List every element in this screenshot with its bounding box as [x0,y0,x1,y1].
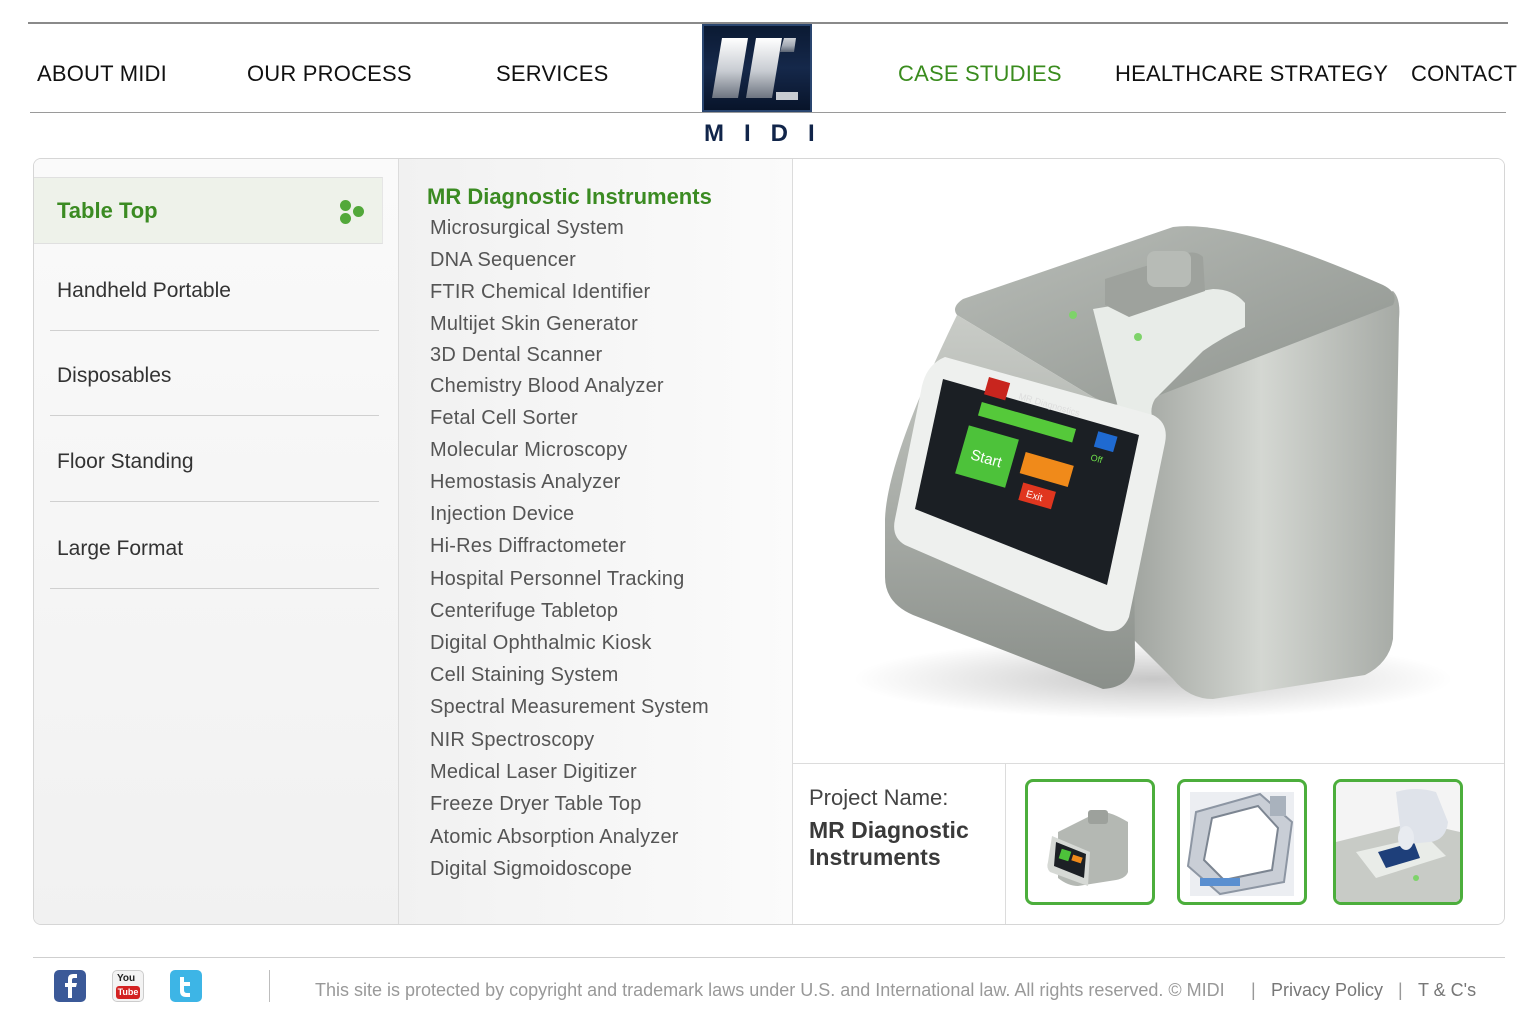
category-floor-standing[interactable]: Floor Standing [50,416,379,502]
project-item[interactable]: Chemistry Blood Analyzer [430,375,664,398]
project-item[interactable]: Hi-Res Diffractometer [430,535,626,558]
cluster-dots-icon [340,200,366,226]
project-item[interactable]: Molecular Microscopy [430,439,627,462]
category-label: Floor Standing [57,450,194,473]
project-list: MR Diagnostic Instruments Microsurgical … [399,159,793,924]
project-name-value: MR Diagnostic Instruments [809,817,969,870]
nav-case-studies[interactable]: CASE STUDIES [898,61,1062,87]
footer-separator: | [1398,980,1403,1000]
category-handheld-portable[interactable]: Handheld Portable [50,245,379,331]
category-large-format[interactable]: Large Format [50,503,379,589]
project-item[interactable]: Hospital Personnel Tracking [430,568,684,591]
thumbnail-internal-assembly[interactable] [1177,779,1307,905]
midi-logo[interactable] [702,24,812,112]
project-item[interactable]: Microsurgical System [430,217,624,240]
project-item[interactable]: FTIR Chemical Identifier [430,281,650,304]
category-label: Disposables [57,364,172,387]
twitter-icon[interactable] [170,970,202,1002]
footer-rule [33,957,1505,958]
category-table-top[interactable]: Table Top [34,177,383,244]
divider [1005,764,1006,924]
copyright-text: This site is protected by copyright and … [315,980,1225,1000]
footer-divider [269,970,270,1002]
project-item-active[interactable]: MR Diagnostic Instruments [427,184,712,210]
project-item[interactable]: Injection Device [430,503,574,526]
project-item[interactable]: 3D Dental Scanner [430,344,602,367]
category-sidebar: Table Top Handheld Portable Disposables … [34,159,399,924]
project-item[interactable]: Medical Laser Digitizer [430,761,637,784]
case-studies-panel: Table Top Handheld Portable Disposables … [33,158,1505,925]
nav-services[interactable]: SERVICES [496,61,608,87]
project-item[interactable]: Digital Sigmoidoscope [430,858,632,881]
nav-bottom-rule [30,112,1506,113]
category-label: Large Format [57,537,184,560]
footer-separator: | [1251,980,1256,1000]
project-name-label: Project Name: [809,785,949,810]
midi-logo-mark [712,38,798,100]
product-hero-image: MR Diagnostics Start Exit Off [793,159,1504,763]
category-label: Handheld Portable [57,279,231,302]
project-item[interactable]: Multijet Skin Generator [430,313,638,336]
project-item[interactable]: Cell Staining System [430,664,619,687]
nav-contact[interactable]: CONTACT [1411,61,1517,87]
logo-wordmark: MIDI [704,120,835,147]
project-item[interactable]: Digital Ophthalmic Kiosk [430,632,652,655]
nav-our-process[interactable]: OUR PROCESS [247,61,412,87]
project-item[interactable]: NIR Spectroscopy [430,729,594,752]
terms-link[interactable]: T & C's [1418,980,1476,1001]
project-item[interactable]: Centerifuge Tabletop [430,600,618,623]
youtube-tube: Tube [116,986,140,999]
thumbnail-hand-insert[interactable] [1333,779,1463,905]
facebook-icon[interactable] [54,970,86,1002]
project-detail: MR Diagnostics Start Exit Off Project Na… [793,159,1504,924]
project-item[interactable]: Spectral Measurement System [430,696,709,719]
project-item[interactable]: Hemostasis Analyzer [430,471,621,494]
youtube-you: You [117,973,136,984]
project-item[interactable]: Freeze Dryer Table Top [430,793,642,816]
project-item[interactable]: Fetal Cell Sorter [430,407,578,430]
thumbnail-device[interactable] [1025,779,1155,905]
category-label: Table Top [57,198,158,223]
divider [793,763,1504,764]
project-item[interactable]: Atomic Absorption Analyzer [430,826,679,849]
nav-healthcare-strategy[interactable]: HEALTHCARE STRATEGY [1115,61,1388,87]
nav-about-midi[interactable]: ABOUT MIDI [37,61,167,87]
privacy-policy-link[interactable]: Privacy Policy [1271,980,1383,1001]
project-item[interactable]: DNA Sequencer [430,249,576,272]
category-disposables[interactable]: Disposables [50,330,379,416]
youtube-icon[interactable]: You Tube [112,970,144,1002]
